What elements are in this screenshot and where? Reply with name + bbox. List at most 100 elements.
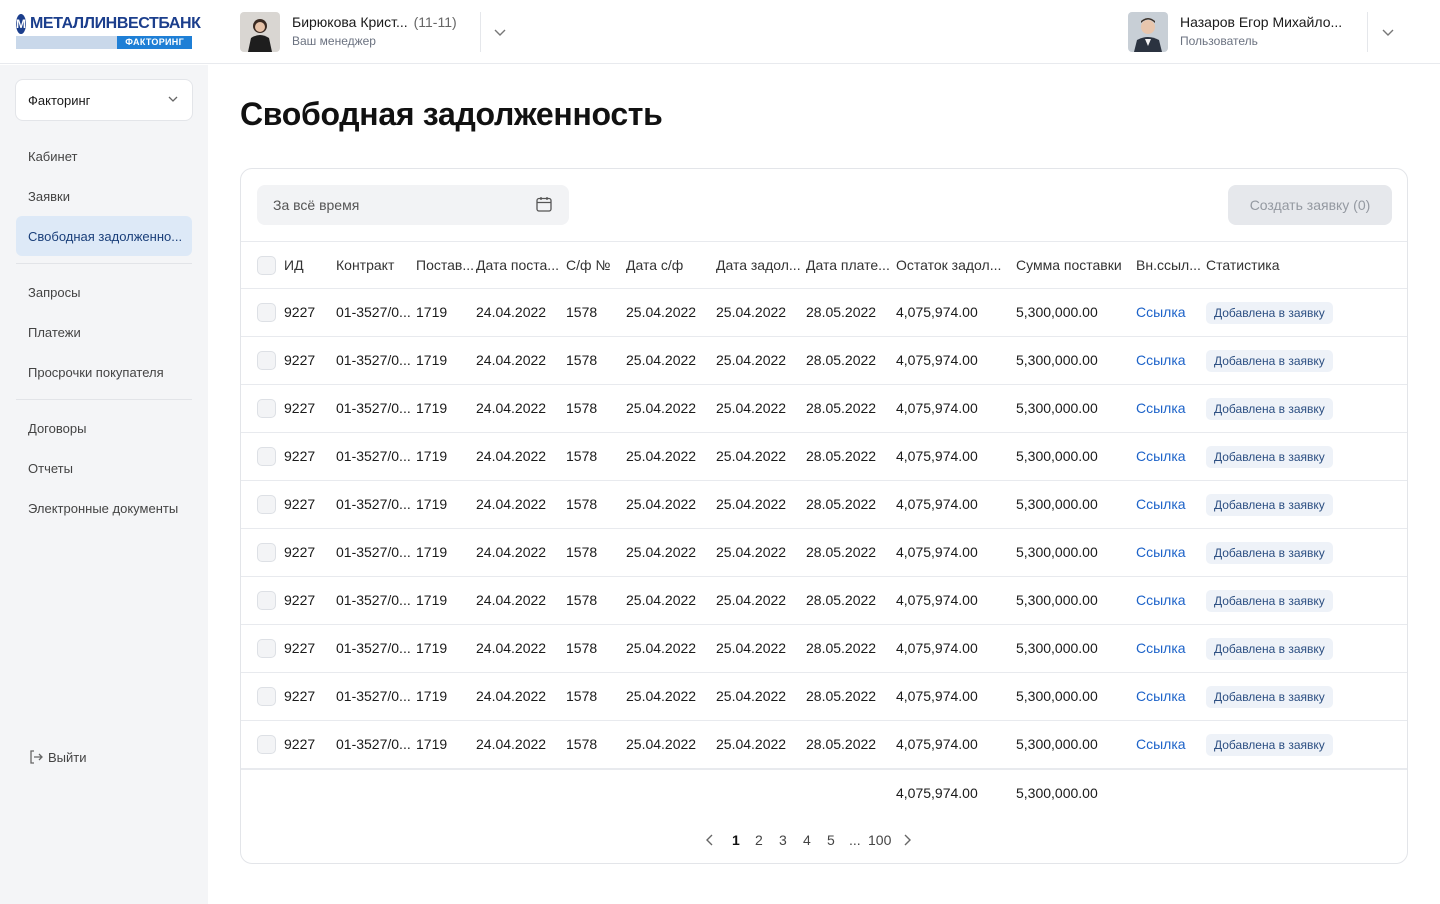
cell-delivery-date: 24.04.2022 — [476, 352, 547, 368]
totals-row: 4,075,974.00 5,300,000.00 — [241, 769, 1407, 817]
sidebar-item-queries[interactable]: Запросы — [16, 272, 192, 312]
sidebar-item-reports[interactable]: Отчеты — [16, 448, 192, 488]
debt-table: ИД Контракт Постав... Дата поста... С/ф … — [241, 241, 1407, 769]
table-row[interactable]: 9227 01-3527/0... 1719 24.04.2022 1578 25.04.… — [241, 481, 1407, 529]
cell-ext-link[interactable]: Ссылка — [1136, 337, 1204, 384]
table-row[interactable]: 9227 01-3527/0... 1719 24.04.2022 1578 25.04.… — [241, 577, 1407, 625]
cell-debt-balance: 4,075,974.00 — [896, 304, 978, 320]
header-debt-balance[interactable]: Остаток задол... — [896, 242, 1012, 289]
table-row[interactable]: 9227 01-3527/0... 1719 24.04.2022 1578 25.04.… — [241, 385, 1407, 433]
row-checkbox[interactable] — [257, 543, 276, 562]
cell-ext-link[interactable]: Ссылка — [1136, 289, 1204, 336]
product-select-value: Факторинг — [28, 92, 91, 108]
manager-chevron-down-icon[interactable] — [492, 24, 508, 40]
next-page-icon[interactable] — [900, 829, 914, 857]
header-delivery-date[interactable]: Дата поста... — [476, 242, 564, 289]
product-select[interactable]: Факторинг — [15, 79, 193, 121]
cell-ext-link[interactable]: Ссылка — [1136, 385, 1204, 432]
row-checkbox[interactable] — [257, 447, 276, 466]
cell-id: 9227 — [284, 400, 316, 416]
table-row[interactable]: 9227 01-3527/0... 1719 24.04.2022 1578 25.04.… — [241, 625, 1407, 673]
cell-debt-date: 25.04.2022 — [716, 736, 787, 752]
logout-label: Выйти — [48, 749, 87, 765]
bank-logo[interactable]: М МЕТАЛЛИНВЕСТБАНК ФАКТОРИНГ — [16, 14, 201, 50]
logo-stripe — [16, 36, 118, 49]
cell-statistics: Добавлена в заявку — [1206, 481, 1386, 528]
page-last[interactable]: 100 — [868, 829, 891, 851]
table-row[interactable]: 9227 01-3527/0... 1719 24.04.2022 1578 25.04.… — [241, 529, 1407, 577]
cell-ext-link[interactable]: Ссылка — [1136, 577, 1204, 624]
sidebar-item-contracts[interactable]: Договоры — [16, 408, 192, 448]
cell-invoice-date: 25.04.2022 — [626, 640, 697, 656]
cell-payment-date: 28.05.2022 — [806, 400, 877, 416]
calendar-icon — [535, 195, 553, 216]
cell-ext-link[interactable]: Ссылка — [1136, 673, 1204, 720]
table-row[interactable]: 9227 01-3527/0... 1719 24.04.2022 1578 25.04.… — [241, 289, 1407, 337]
cell-ext-link[interactable]: Ссылка — [1136, 481, 1204, 528]
table-row[interactable]: 9227 01-3527/0... 1719 24.04.2022 1578 25.04.… — [241, 337, 1407, 385]
row-checkbox[interactable] — [257, 639, 276, 658]
page-2[interactable]: 2 — [755, 829, 763, 851]
cell-invoice-date: 25.04.2022 — [626, 304, 697, 320]
sidebar-item-buyer-overdue[interactable]: Просрочки покупателя — [16, 352, 192, 392]
table-row[interactable]: 9227 01-3527/0... 1719 24.04.2022 1578 25.04.… — [241, 721, 1407, 769]
cell-ext-link[interactable]: Ссылка — [1136, 529, 1204, 576]
header-payment-date[interactable]: Дата плате... — [806, 242, 894, 289]
header-id[interactable]: ИД — [284, 242, 332, 289]
cell-ext-link[interactable]: Ссылка — [1136, 433, 1204, 480]
sidebar-item-requests[interactable]: Заявки — [16, 176, 192, 216]
prev-page-icon[interactable] — [703, 829, 717, 857]
cell-id: 9227 — [284, 544, 316, 560]
cell-delivery-sum: 5,300,000.00 — [1016, 688, 1098, 704]
row-checkbox[interactable] — [257, 351, 276, 370]
cell-invoice-no: 1578 — [566, 496, 598, 512]
sidebar-item-edocs[interactable]: Электронные документы — [16, 488, 192, 528]
header-contract[interactable]: Контракт — [336, 242, 416, 289]
header-statistics[interactable]: Статистика — [1206, 242, 1326, 289]
cell-ext-link[interactable]: Ссылка — [1136, 625, 1204, 672]
cell-contract: 01-3527/0... — [336, 544, 411, 560]
user-chevron-down-icon[interactable] — [1380, 24, 1396, 40]
date-range-filter[interactable]: За всё время — [257, 185, 569, 225]
status-badge: Добавлена в заявку — [1206, 590, 1333, 613]
cell-invoice-no: 1578 — [566, 688, 598, 704]
table-row[interactable]: 9227 01-3527/0... 1719 24.04.2022 1578 25.04.… — [241, 433, 1407, 481]
header-delivery-sum[interactable]: Сумма поставки — [1016, 242, 1134, 289]
page-1[interactable]: 1 — [732, 829, 740, 851]
cell-ext-link[interactable]: Ссылка — [1136, 721, 1204, 768]
sidebar-item-cabinet[interactable]: Кабинет — [16, 136, 192, 176]
sidebar-item-free-debt[interactable]: Свободная задолженно... — [16, 216, 192, 256]
cell-delivery-sum: 5,300,000.00 — [1016, 400, 1098, 416]
row-checkbox[interactable] — [257, 303, 276, 322]
header-invoice-date[interactable]: Дата с/ф — [626, 242, 712, 289]
pagination: 1 2 3 4 5 ... 100 — [241, 829, 1407, 851]
select-all-checkbox[interactable] — [257, 256, 276, 275]
table-row[interactable]: 9227 01-3527/0... 1719 24.04.2022 1578 25.04.… — [241, 673, 1407, 721]
cell-delivery-sum: 5,300,000.00 — [1016, 640, 1098, 656]
row-checkbox[interactable] — [257, 735, 276, 754]
create-request-button[interactable]: Создать заявку (0) — [1228, 185, 1392, 225]
row-checkbox[interactable] — [257, 495, 276, 514]
page-5[interactable]: 5 — [827, 829, 835, 851]
header-debt-date[interactable]: Дата задол... — [716, 242, 804, 289]
header-ext-link[interactable]: Вн.ссыл... — [1136, 242, 1204, 289]
page-3[interactable]: 3 — [779, 829, 787, 851]
header-supplier[interactable]: Постав... — [416, 242, 476, 289]
row-checkbox[interactable] — [257, 687, 276, 706]
cell-debt-balance: 4,075,974.00 — [896, 592, 978, 608]
top-header: М МЕТАЛЛИНВЕСТБАНК ФАКТОРИНГ Бирюкова Кр… — [0, 0, 1440, 64]
cell-payment-date: 28.05.2022 — [806, 496, 877, 512]
cell-invoice-no: 1578 — [566, 592, 598, 608]
page-4[interactable]: 4 — [803, 829, 811, 851]
cell-id: 9227 — [284, 640, 316, 656]
cell-delivery-sum: 5,300,000.00 — [1016, 496, 1098, 512]
cell-statistics: Добавлена в заявку — [1206, 289, 1386, 336]
cell-contract: 01-3527/0... — [336, 592, 411, 608]
row-checkbox[interactable] — [257, 591, 276, 610]
cell-payment-date: 28.05.2022 — [806, 448, 877, 464]
row-checkbox[interactable] — [257, 399, 276, 418]
cell-delivery-date: 24.04.2022 — [476, 448, 547, 464]
header-invoice-no[interactable]: С/ф № — [566, 242, 624, 289]
sidebar-item-payments[interactable]: Платежи — [16, 312, 192, 352]
logout-button[interactable]: Выйти — [28, 749, 87, 765]
